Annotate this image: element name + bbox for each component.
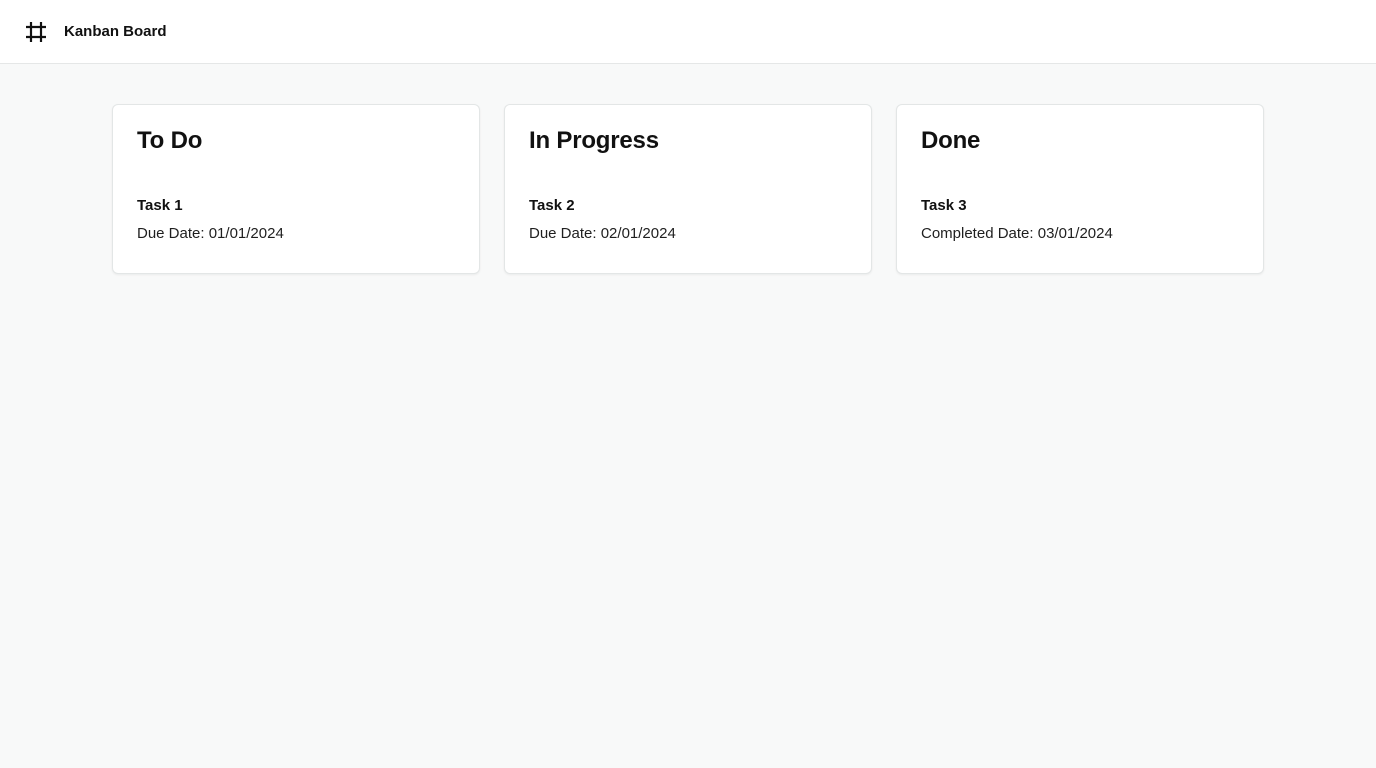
app-title: Kanban Board xyxy=(64,23,167,40)
task-date-value: 02/01/2024 xyxy=(600,225,676,242)
column-todo: To Do Task 1 Due Date: 01/01/2024 xyxy=(112,104,480,274)
task-card[interactable]: Task 3 Completed Date: 03/01/2024 xyxy=(921,197,1239,243)
column-done: Done Task 3 Completed Date: 03/01/2024 xyxy=(896,104,1264,274)
task-card[interactable]: Task 1 Due Date: 01/01/2024 xyxy=(137,197,455,243)
column-title: To Do xyxy=(137,127,203,154)
task-date-label: Completed Date: xyxy=(921,225,1034,242)
task-date-value: 03/01/2024 xyxy=(1037,225,1113,242)
column-title: Done xyxy=(921,127,981,154)
task-title: Task 2 xyxy=(529,197,575,214)
task-completed-date: Completed Date: 03/01/2024 xyxy=(921,225,1239,243)
column-title: In Progress xyxy=(529,127,659,154)
task-title: Task 1 xyxy=(137,197,183,214)
task-date-label: Due Date: xyxy=(529,225,597,242)
kanban-board: To Do Task 1 Due Date: 01/01/2024 In Pro… xyxy=(0,64,1376,274)
task-card[interactable]: Task 2 Due Date: 02/01/2024 xyxy=(529,197,847,243)
task-date-value: 01/01/2024 xyxy=(208,225,284,242)
task-date-label: Due Date: xyxy=(137,225,205,242)
column-in-progress: In Progress Task 2 Due Date: 02/01/2024 xyxy=(504,104,872,274)
task-title: Task 3 xyxy=(921,197,967,214)
task-due-date: Due Date: 01/01/2024 xyxy=(137,225,455,243)
task-due-date: Due Date: 02/01/2024 xyxy=(529,225,847,243)
top-navigation-bar: Kanban Board xyxy=(0,0,1376,64)
hashtag-grid-icon xyxy=(24,20,48,44)
